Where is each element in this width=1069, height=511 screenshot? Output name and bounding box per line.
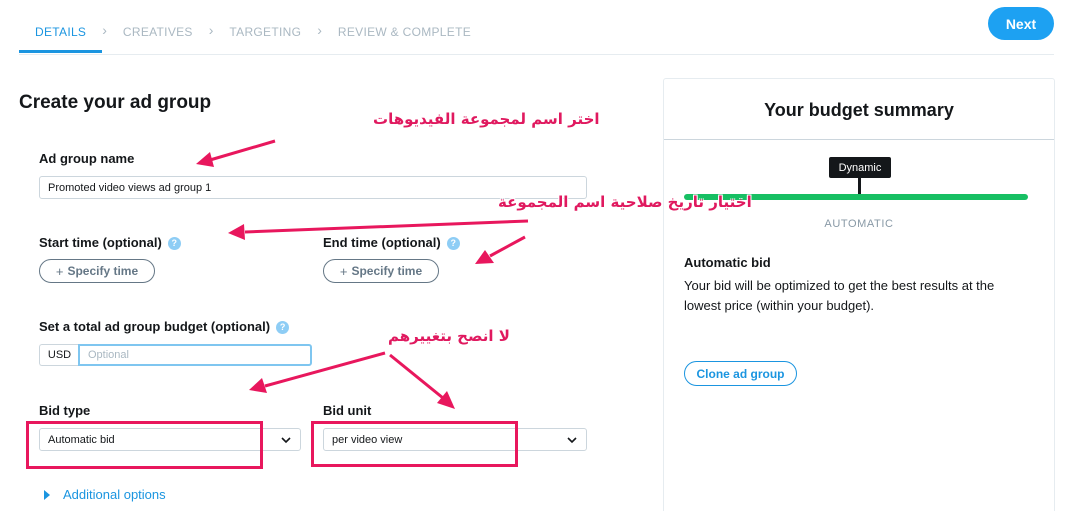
step-details[interactable]: DETAILS [19, 14, 103, 53]
specify-time-label: Specify time [351, 264, 423, 278]
arrow-to-bid-unit [389, 353, 455, 409]
help-icon[interactable]: ? [446, 237, 460, 250]
additional-options-toggle[interactable]: Additional options [44, 487, 166, 502]
step-review-complete[interactable]: REVIEW & COMPLETE [322, 14, 487, 53]
expand-triangle-icon [44, 489, 50, 500]
arrow-to-ad-group-name [196, 139, 276, 167]
plus-icon: + [55, 263, 64, 279]
summary-title: Your budget summary [764, 100, 954, 120]
help-icon[interactable]: ? [276, 321, 290, 334]
bid-unit-label: Bid unit [323, 403, 372, 418]
stepper-divider [19, 54, 1054, 55]
currency-label: USD [39, 344, 79, 366]
step-targeting[interactable]: TARGETING [213, 14, 317, 53]
annotation-name-note: اختر اسم لمجموعة الفيديوهات [373, 110, 600, 128]
end-time-label-text: End time (optional) [323, 235, 441, 250]
additional-options-label: Additional options [63, 487, 166, 502]
chevron-down-icon [567, 436, 577, 443]
arrow-to-end-time [475, 235, 526, 264]
chevron-down-icon [281, 436, 291, 443]
page-title: Create your ad group [19, 92, 212, 113]
bid-summary-description: Your bid will be optimized to get the be… [684, 278, 995, 313]
highlight-bid-unit [311, 421, 518, 467]
dynamic-tooltip: Dynamic [829, 157, 891, 178]
plus-icon: + [339, 263, 348, 279]
summary-divider [664, 139, 1054, 140]
start-time-label-text: Start time (optional) [39, 235, 162, 250]
ad-group-name-label: Ad group name [39, 151, 135, 166]
help-icon[interactable]: ? [167, 237, 181, 250]
bid-type-label: Bid type [39, 403, 91, 418]
next-button[interactable]: Next [988, 7, 1054, 40]
bid-marker [858, 177, 861, 194]
budget-label-text: Set a total ad group budget (optional) [39, 319, 271, 334]
bid-summary-title: Automatic bid [684, 255, 771, 270]
start-time-label: Start time (optional)? [39, 235, 181, 250]
annotation-bid-note: لا انصح بتغييرهم [388, 327, 510, 345]
highlight-bid-type [26, 421, 263, 469]
end-time-specify-button[interactable]: + Specify time [323, 259, 439, 283]
start-time-specify-button[interactable]: + Specify time [39, 259, 155, 283]
budget-summary-card: Your budget summary Dynamic AUTOMATIC Au… [663, 78, 1055, 511]
clone-ad-group-button[interactable]: Clone ad group [684, 361, 797, 386]
budget-label: Set a total ad group budget (optional)? [39, 319, 290, 334]
progress-stepper: DETAILS › CREATIVES › TARGETING › REVIEW… [19, 14, 487, 54]
budget-input[interactable]: Optional [78, 344, 312, 366]
step-creatives[interactable]: CREATIVES [107, 14, 209, 53]
bid-mode-label: AUTOMATIC [824, 218, 894, 230]
specify-time-label: Specify time [67, 264, 139, 278]
end-time-label: End time (optional)? [323, 235, 460, 250]
annotation-date-note: اختيار تاريخ صلاحية اسم المجموعة [498, 193, 752, 211]
